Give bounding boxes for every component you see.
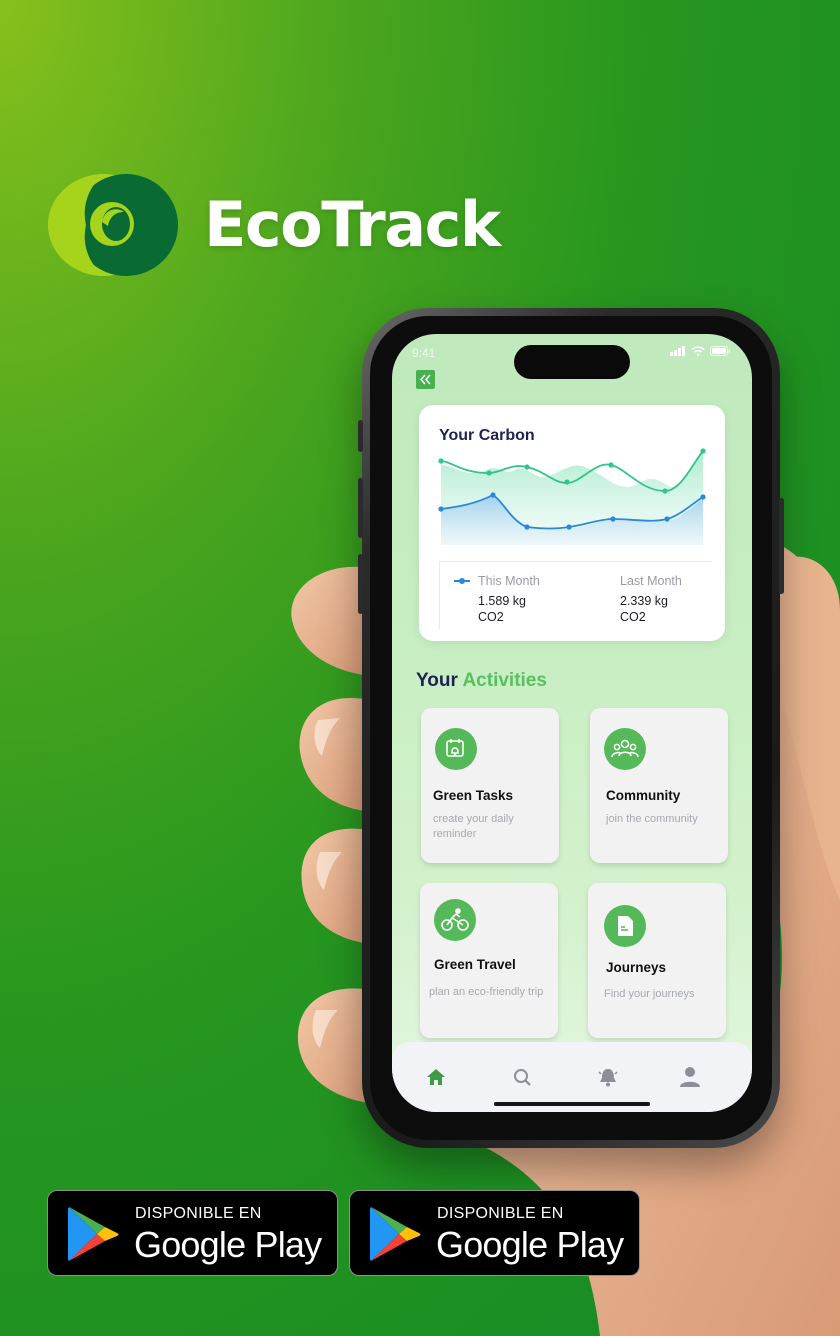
signal-icon [670,346,685,356]
nav-search[interactable] [511,1066,533,1088]
carbon-line-chart [438,448,706,545]
legend-this-month: This Month 1.589 kg CO2 [454,574,540,626]
status-time: 9:41 [412,346,436,360]
legend-last-month-value: 2.339 kg [620,594,668,608]
badge-top-text: DISPONIBLE EN [437,1205,564,1222]
home-icon [427,1069,445,1085]
google-play-icon [68,1207,119,1261]
nav-profile[interactable] [679,1066,701,1088]
carbon-card: Your Carbon This Month 1.589 kg CO2 Last… [419,405,725,641]
double-chevron-left-icon [419,374,431,385]
search-icon [513,1068,531,1086]
activities-heading: Your Activities [416,670,547,692]
badge-main-text: Google Play [134,1224,322,1265]
tile-green-tasks[interactable]: Green Tasks create your daily reminder [421,708,559,863]
battery-icon [710,346,730,356]
badge-top-text: DISPONIBLE EN [135,1205,262,1222]
back-button[interactable] [416,370,435,389]
google-play-badge[interactable]: DISPONIBLE EN Google Play [349,1190,640,1276]
tile-title: Community [606,788,681,803]
phone-screen: 9:41 Your Carbon This Month 1.589 kg CO2… [392,334,752,1112]
tile-community[interactable]: Community join the community [590,708,728,863]
tile-subtitle: plan an eco-friendly trip [429,986,544,998]
dynamic-island [514,345,630,379]
activities-heading-part1: Your [416,670,458,691]
legend-this-month-label: This Month [478,574,540,588]
google-play-icon [370,1207,421,1261]
tile-title: Journeys [606,960,667,975]
tile-title: Green Tasks [433,788,514,803]
nav-home[interactable] [425,1066,447,1088]
bell-icon [598,1069,618,1087]
document-icon [604,905,646,947]
home-indicator [494,1102,650,1106]
legend-this-month-value: 1.589 kg [478,594,526,608]
tile-title: Green Travel [434,957,516,972]
status-icons [670,346,730,356]
profile-icon [680,1067,700,1087]
nav-notifications[interactable] [597,1066,619,1088]
activities-heading-part2: Activities [462,670,547,691]
legend-this-month-unit: CO2 [478,610,504,625]
wifi-icon [691,346,705,356]
google-play-badge[interactable]: DISPONIBLE EN Google Play [47,1190,338,1276]
legend-last-month-unit: CO2 [620,610,646,625]
cyclist-icon [434,899,476,941]
tile-green-travel[interactable]: Green Travel plan an eco-friendly trip [420,883,558,1038]
tile-subtitle: join the community [606,813,698,825]
tile-subtitle: create your daily reminder [433,813,514,840]
tile-subtitle: Find your journeys [604,988,695,1000]
badge-main-text: Google Play [436,1224,624,1265]
carbon-legend: This Month 1.589 kg CO2 Last Month 2.339… [439,561,711,629]
tile-journeys[interactable]: Journeys Find your journeys [588,883,726,1038]
legend-last-month: Last Month 2.339 kg CO2 [620,574,682,626]
legend-last-month-label: Last Month [620,574,682,588]
calendar-bell-icon [435,728,477,770]
people-group-icon [604,728,646,770]
legend-marker [454,578,470,584]
